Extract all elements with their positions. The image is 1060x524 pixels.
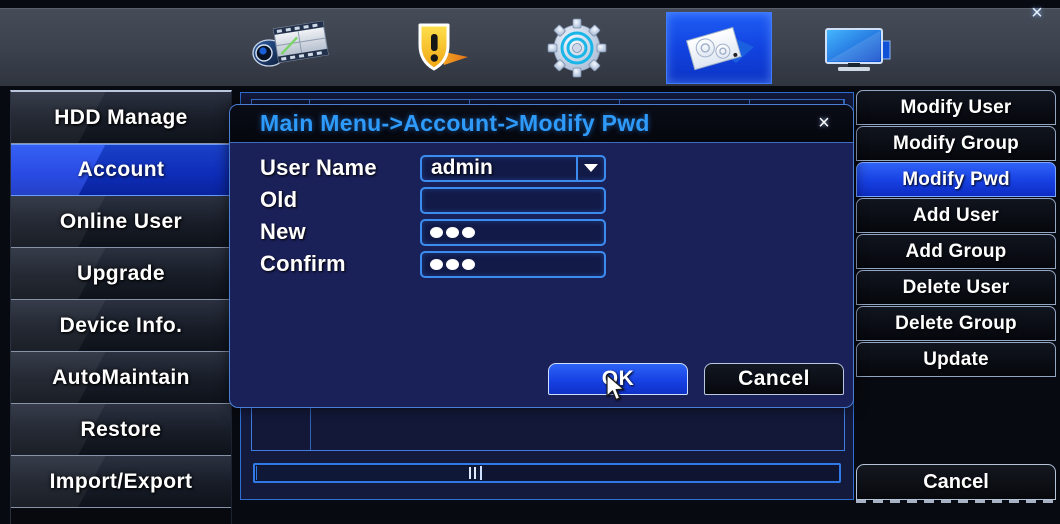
right-menu-button-modify-group[interactable]: Modify Group bbox=[856, 126, 1056, 161]
scrollbar-grip-icon bbox=[469, 467, 478, 479]
form-row-new: New bbox=[260, 217, 606, 247]
dialog-cancel-button[interactable]: Cancel bbox=[704, 363, 844, 395]
left-menu-item-online-user[interactable]: Online User bbox=[11, 196, 231, 248]
toolbar-item-alarm[interactable] bbox=[382, 12, 488, 84]
left-menu-item-automaintain[interactable]: AutoMaintain bbox=[11, 352, 231, 404]
form-row-old: Old bbox=[260, 185, 606, 215]
ok-button-label: OK bbox=[601, 367, 635, 390]
left-menu-item-label: Account bbox=[77, 158, 165, 181]
left-menu-item-label: AutoMaintain bbox=[52, 365, 190, 389]
form-row-user-name: User Name admin bbox=[260, 153, 606, 183]
right-menu-button-label: Modify User bbox=[900, 96, 1012, 118]
password-form: User Name admin Old New Confirm bbox=[260, 153, 606, 281]
horizontal-scrollbar[interactable] bbox=[253, 463, 841, 483]
field-label-old: Old bbox=[260, 187, 298, 212]
input-new[interactable] bbox=[420, 218, 606, 246]
left-menu: HDD Manage Account Online User Upgrade Devic… bbox=[10, 90, 232, 524]
select-user-name[interactable]: admin bbox=[420, 154, 606, 182]
left-menu-item-label: Device Info. bbox=[59, 313, 183, 337]
selected-value-user-name: admin bbox=[431, 156, 493, 179]
system-icon bbox=[534, 17, 620, 79]
field-label-new: New bbox=[260, 219, 306, 244]
decorative-dashed-line bbox=[856, 500, 1060, 503]
input-confirm[interactable] bbox=[420, 250, 606, 278]
scrollbar-thumb[interactable] bbox=[256, 466, 482, 480]
left-menu-item-label: HDD Manage bbox=[54, 105, 188, 129]
right-menu-button-add-group[interactable]: Add Group bbox=[856, 234, 1056, 269]
main-toolbar: × bbox=[0, 3, 1060, 86]
left-menu-item-label: Restore bbox=[80, 417, 162, 441]
dialog-button-row: OK Cancel bbox=[548, 363, 844, 395]
panel-cancel-label: Cancel bbox=[923, 470, 989, 493]
toolbar-item-display[interactable] bbox=[808, 12, 914, 84]
dvr-screen: × HDD Manage Account Online User Upgrade Dev… bbox=[0, 0, 1060, 524]
right-menu-button-label: Modify Pwd bbox=[902, 168, 1010, 190]
right-menu-button-delete-group[interactable]: Delete Group bbox=[856, 306, 1056, 341]
left-menu-item-label: Online User bbox=[59, 209, 183, 233]
right-menu-button-label: Delete Group bbox=[895, 312, 1017, 334]
form-row-confirm: Confirm bbox=[260, 249, 606, 279]
record-icon bbox=[250, 17, 336, 79]
right-menu-button-label: Add User bbox=[912, 204, 1000, 226]
right-menu-button-add-user[interactable]: Add User bbox=[856, 198, 1056, 233]
panel-cancel-button[interactable]: Cancel bbox=[856, 464, 1056, 500]
right-menu-button-delete-user[interactable]: Delete User bbox=[856, 270, 1056, 305]
input-old[interactable] bbox=[420, 186, 606, 214]
dialog-cancel-label: Cancel bbox=[738, 367, 810, 390]
right-menu-button-label: Add Group bbox=[905, 240, 1007, 262]
modify-password-dialog: Main Menu->Account->Modify Pwd × User Na… bbox=[229, 104, 854, 408]
dialog-title-bar: Main Menu->Account->Modify Pwd × bbox=[230, 105, 853, 143]
dialog-title-text: Main Menu->Account->Modify Pwd bbox=[260, 110, 650, 136]
field-label-confirm: Confirm bbox=[260, 251, 346, 276]
left-menu-item-hdd-manage[interactable]: HDD Manage bbox=[11, 92, 231, 144]
left-menu-item-label: Import/Export bbox=[49, 469, 193, 493]
left-menu-item-import-export[interactable]: Import/Export bbox=[11, 456, 231, 508]
right-menu-button-label: Delete User bbox=[902, 276, 1010, 298]
toolbar-item-record[interactable] bbox=[240, 12, 346, 84]
advanced-icon bbox=[676, 17, 762, 79]
left-menu-item-label: Upgrade bbox=[77, 261, 165, 285]
left-menu-item-account[interactable]: Account bbox=[11, 144, 231, 196]
right-menu-button-label: Modify Group bbox=[893, 132, 1019, 154]
toolbar-item-advanced[interactable] bbox=[666, 11, 772, 84]
ok-button[interactable]: OK bbox=[548, 363, 688, 395]
password-dots-confirm bbox=[430, 258, 475, 270]
field-label-user-name: User Name bbox=[260, 155, 377, 180]
right-menu: Modify User Modify Group Modify Pwd Add Use… bbox=[856, 90, 1056, 524]
alarm-icon bbox=[392, 17, 478, 79]
dialog-close-icon[interactable]: × bbox=[813, 113, 835, 135]
display-icon bbox=[818, 17, 904, 79]
window-close-icon[interactable]: × bbox=[1026, 3, 1048, 25]
left-menu-item-upgrade[interactable]: Upgrade bbox=[11, 248, 231, 300]
password-dots-new bbox=[430, 226, 475, 238]
right-menu-button-update[interactable]: Update bbox=[856, 342, 1056, 377]
chevron-down-icon[interactable] bbox=[576, 154, 604, 182]
right-menu-button-modify-user[interactable]: Modify User bbox=[856, 90, 1056, 125]
left-menu-item-device-info[interactable]: Device Info. bbox=[11, 300, 231, 352]
right-menu-button-modify-pwd[interactable]: Modify Pwd bbox=[856, 162, 1056, 197]
left-menu-item-restore[interactable]: Restore bbox=[11, 404, 231, 456]
toolbar-item-system[interactable] bbox=[524, 12, 630, 84]
right-menu-button-label: Update bbox=[923, 348, 989, 370]
